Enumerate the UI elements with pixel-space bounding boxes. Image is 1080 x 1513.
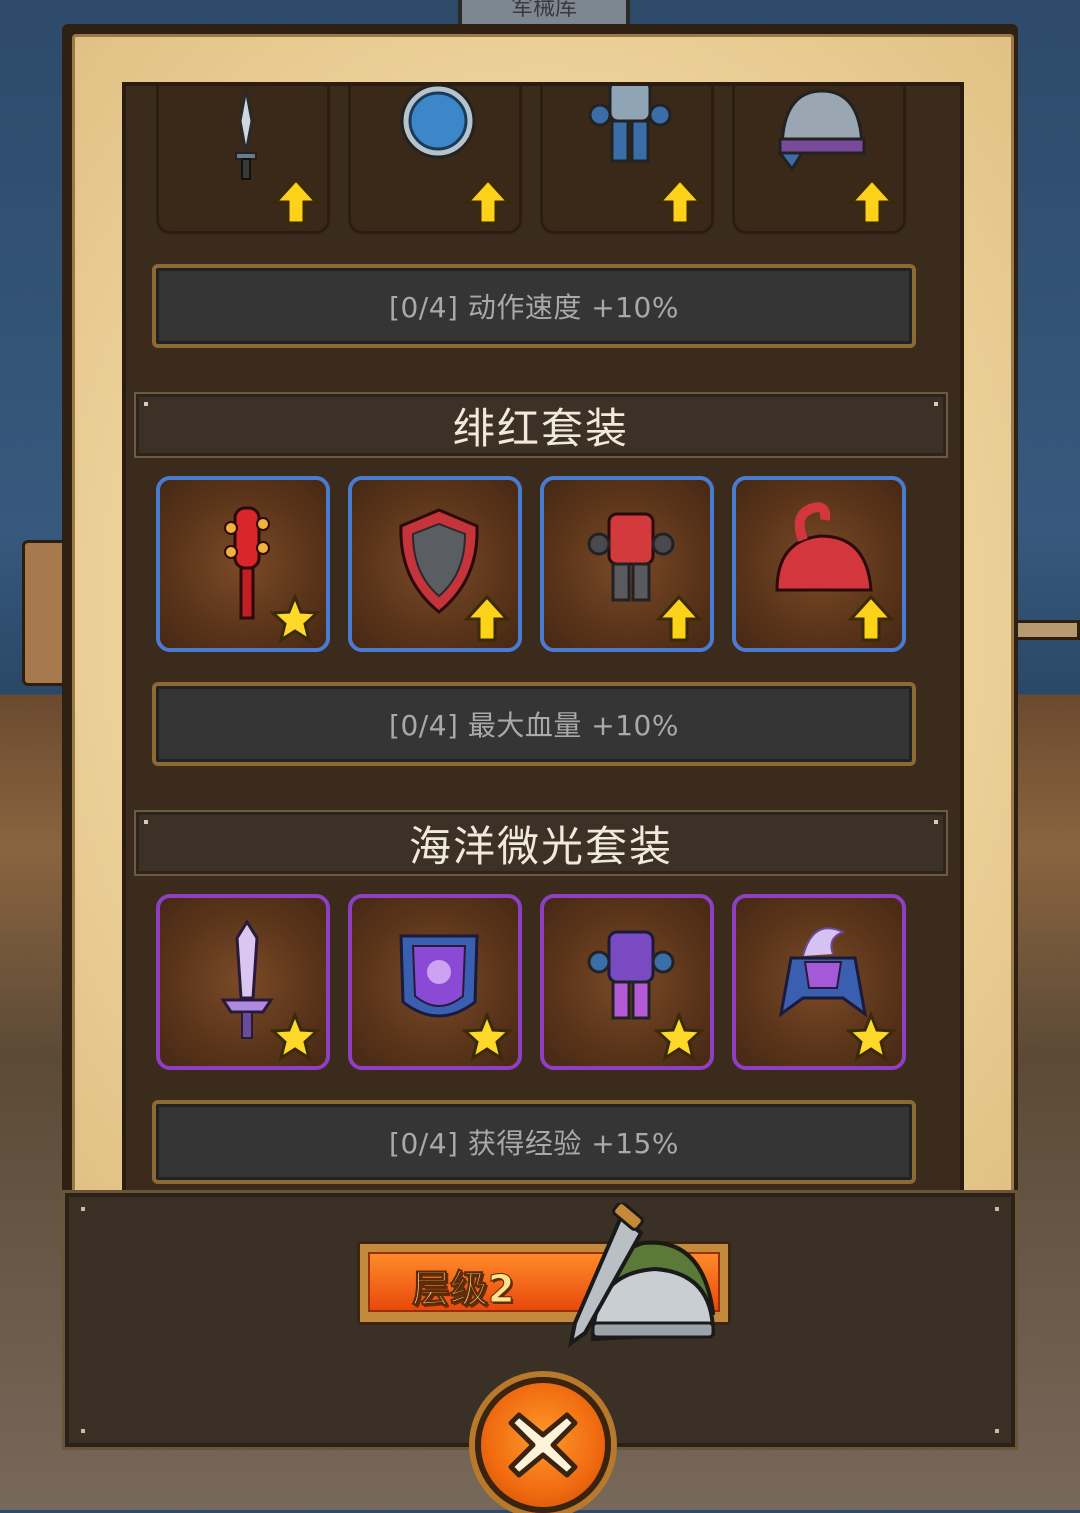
upgrade-arrow-icon [463,594,511,642]
panel-rivet [995,1429,999,1433]
item-slot-armor[interactable] [540,86,714,234]
sets-scroll-view[interactable]: [0/4] 动作速度 +10% 绯红套装 [0/4] 最大血量 +10% 海洋微… [122,82,964,1190]
set-items [156,86,916,234]
close-icon [508,1412,578,1478]
item-slot-armor[interactable] [540,894,714,1070]
set-bonus: [0/4] 最大血量 +10% [152,682,916,766]
panel-rivet [995,1207,999,1211]
set-bonus: [0/4] 动作速度 +10% [152,264,916,348]
panel-rivet [81,1429,85,1433]
sets-list: [0/4] 动作速度 +10% 绯红套装 [0/4] 最大血量 +10% 海洋微… [126,86,960,1190]
set-bonus: [0/4] 获得经验 +15% [152,1100,916,1184]
star-icon [846,1012,896,1062]
item-slot-helmet[interactable] [732,894,906,1070]
set-items [156,894,916,1070]
item-slot-weapon[interactable] [156,86,330,234]
item-slot-helmet[interactable] [732,86,906,234]
item-slot-shield[interactable] [348,86,522,234]
star-icon [270,1012,320,1062]
upgrade-arrow-icon [655,594,703,642]
tier-label: 层级2 [411,1267,515,1312]
set-items [156,476,916,652]
set-block-first: [0/4] 动作速度 +10% [126,86,960,384]
upgrade-arrow-icon [847,594,895,642]
set-title: 海洋微光套装 [134,810,948,876]
item-slot-weapon[interactable] [156,476,330,652]
item-slot-shield[interactable] [348,894,522,1070]
star-icon [270,594,320,644]
star-icon [654,1012,704,1062]
item-slot-helmet[interactable] [732,476,906,652]
star-icon [462,1012,512,1062]
upgrade-arrow-icon [464,177,512,225]
set-block-ocean: 海洋微光套装 [0/4] 获得经验 +15% [126,802,960,1190]
item-slot-shield[interactable] [348,476,522,652]
close-button[interactable] [475,1377,611,1513]
item-slot-armor[interactable] [540,476,714,652]
set-block-crimson: 绯红套装 [0/4] 最大血量 +10% [126,384,960,802]
upgrade-arrow-icon [656,177,704,225]
upgrade-arrow-icon [272,177,320,225]
helmet-sword-icon [568,1203,716,1348]
bottom-panel: 层级2 [62,1190,1018,1513]
set-title: 绯红套装 [134,392,948,458]
upgrade-arrow-icon [848,177,896,225]
panel-rivet [81,1207,85,1211]
armory-panel: [0/4] 动作速度 +10% 绯红套装 [0/4] 最大血量 +10% 海洋微… [62,24,1018,1513]
item-slot-weapon[interactable] [156,894,330,1070]
